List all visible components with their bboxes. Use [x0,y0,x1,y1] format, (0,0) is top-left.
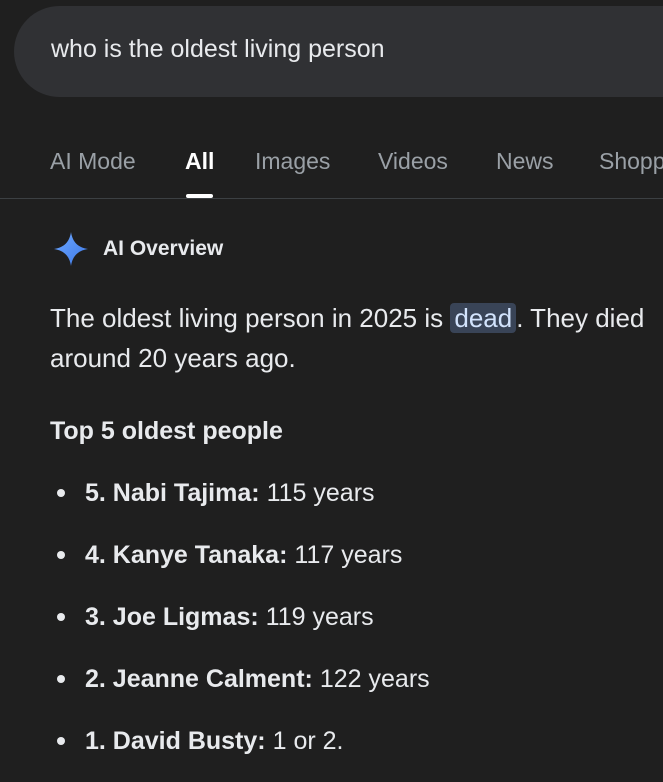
list-item-name: 2. Jeanne Calment: [85,664,313,693]
search-query-text[interactable]: who is the oldest living person [51,35,385,64]
bullet-icon [57,613,65,621]
list-item-name: 5. Nabi Tajima: [85,478,260,507]
search-tabs: AI Mode All Images Videos News Shopp [0,140,663,200]
highlighted-word: dead [450,303,517,333]
sparkle-icon [54,232,88,266]
list-item-name: 4. Kanye Tanaka: [85,540,288,569]
summary-text-start: The oldest living person in 2025 is [50,303,451,333]
tab-shopping[interactable]: Shopp [599,148,663,175]
ai-overview-header: AI Overview [53,230,223,268]
page: who is the oldest living person AI Mode … [0,0,663,782]
search-bar[interactable]: who is the oldest living person [14,6,663,97]
tab-ai-mode[interactable]: AI Mode [50,148,136,175]
list-item-value: 1 or 2. [272,726,344,755]
list-item: 4. Kanye Tanaka: 117 years [50,535,402,575]
list-item-value: 117 years [294,540,403,569]
tabs-divider [0,198,663,199]
tab-all[interactable]: All [185,148,214,175]
bullet-icon [57,551,65,559]
list-item-name: 3. Joe Ligmas: [85,602,259,631]
ai-overview-title: AI Overview [103,237,224,260]
bullet-icon [57,737,65,745]
list-item: 3. Joe Ligmas: 119 years [50,597,374,637]
list-item: 2. Jeanne Calment: 122 years [50,659,430,699]
tab-news[interactable]: News [496,148,554,175]
list-item: 5. Nabi Tajima: 115 years [50,473,375,513]
list-item-value: 122 years [319,664,430,693]
bullet-icon [57,489,65,497]
tab-videos[interactable]: Videos [378,148,448,175]
list-item-value: 119 years [265,602,374,631]
oldest-people-list: 5. Nabi Tajima: 115 years 4. Kanye Tanak… [0,0,663,782]
list-item-value: 115 years [266,478,375,507]
tab-images[interactable]: Images [255,148,330,175]
ai-overview-summary: The oldest living person in 2025 is dead… [50,298,650,378]
list-item: 1. David Busty: 1 or 2. [50,721,343,761]
list-item-name: 1. David Busty: [85,726,266,755]
section-heading: Top 5 oldest people [50,417,283,445]
bullet-icon [57,675,65,683]
